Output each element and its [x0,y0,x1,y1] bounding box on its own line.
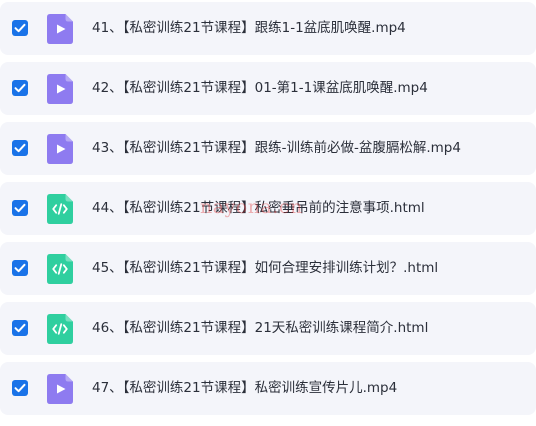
file-title: 【私密训练21节课程】跟练-训练前必做-盆腹膈松解.mp4 [122,140,461,156]
file-row[interactable]: 46、【私密训练21节课程】21天私密训练课程简介.html [0,302,536,355]
code-file-icon [47,254,73,284]
select-checkbox[interactable] [12,20,28,36]
select-checkbox[interactable] [12,380,28,396]
file-name[interactable]: 43、【私密训练21节课程】跟练-训练前必做-盆腹膈松解.mp4 [92,122,461,175]
file-index: 41、 [92,20,123,36]
play-file-icon [47,374,73,404]
file-row[interactable]: 47、【私密训练21节课程】私密训练宣传片儿.mp4 [0,362,536,415]
file-list: 41、【私密训练21节课程】跟练1-1盆底肌唤醒.mp4 42、【私密训练21节课… [0,0,536,426]
file-name[interactable]: 47、【私密训练21节课程】私密训练宣传片儿.mp4 [92,362,397,415]
checkmark-icon [14,263,26,273]
checkmark-icon [14,323,26,333]
checkmark-icon [14,143,26,153]
select-checkbox[interactable] [12,260,28,276]
file-name[interactable]: 41、【私密训练21节课程】跟练1-1盆底肌唤醒.mp4 [92,2,406,55]
play-file-icon [47,14,73,44]
file-name[interactable]: 45、【私密训练21节课程】如何合理安排训练计划？.html [92,242,438,295]
file-row[interactable]: 45、【私密训练21节课程】如何合理安排训练计划？.html [0,242,536,295]
select-checkbox[interactable] [12,140,28,156]
file-title: 【私密训练21节课程】如何合理安排训练计划？.html [122,260,439,276]
file-row[interactable]: 42、【私密训练21节课程】01-第1-1课盆底肌唤醒.mp4 [0,62,536,115]
file-index: 43、 [92,140,123,156]
checkmark-icon [14,23,26,33]
file-name[interactable]: 42、【私密训练21节课程】01-第1-1课盆底肌唤醒.mp4 [92,62,428,115]
file-name[interactable]: 44、【私密训练21节课程】私密垂吊前的注意事项.html [92,182,425,235]
file-index: 44、 [92,200,123,216]
checkmark-icon [14,383,26,393]
code-file-icon [47,194,73,224]
select-checkbox[interactable] [12,320,28,336]
file-row[interactable]: 44、【私密训练21节课程】私密垂吊前的注意事项.html [0,182,536,235]
checkmark-icon [14,83,26,93]
file-name[interactable]: 46、【私密训练21节课程】21天私密训练课程简介.html [92,302,428,355]
file-title: 【私密训练21节课程】01-第1-1课盆底肌唤醒.mp4 [122,80,428,96]
file-title: 【私密训练21节课程】私密训练宣传片儿.mp4 [122,380,398,396]
code-file-icon [47,314,73,344]
file-index: 45、 [92,260,123,276]
checkmark-icon [14,203,26,213]
play-file-icon [47,134,73,164]
file-row[interactable]: 43、【私密训练21节课程】跟练-训练前必做-盆腹膈松解.mp4 [0,122,536,175]
file-title: 【私密训练21节课程】私密垂吊前的注意事项.html [122,200,425,216]
file-row[interactable]: 41、【私密训练21节课程】跟练1-1盆底肌唤醒.mp4 [0,2,536,55]
file-title: 【私密训练21节课程】21天私密训练课程简介.html [122,320,429,336]
file-index: 47、 [92,380,123,396]
file-index: 46、 [92,320,123,336]
play-file-icon [47,74,73,104]
file-index: 42、 [92,80,123,96]
file-title: 【私密训练21节课程】跟练1-1盆底肌唤醒.mp4 [122,20,406,36]
select-checkbox[interactable] [12,200,28,216]
select-checkbox[interactable] [12,80,28,96]
